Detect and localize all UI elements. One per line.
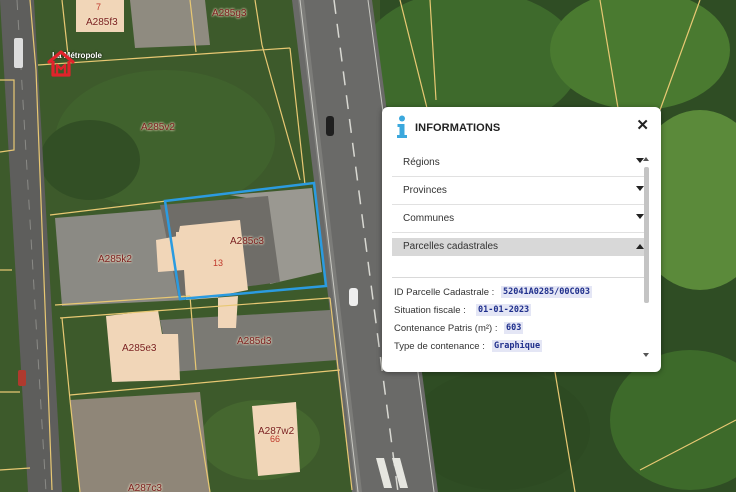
field-parcel-id: ID Parcelle Cadastrale : 52041A0285/00C0…	[392, 284, 648, 302]
accordion-label: Provinces	[403, 185, 447, 196]
house-logo-icon	[47, 50, 75, 77]
panel-title: INFORMATIONS	[415, 122, 501, 134]
panel-header: INFORMATIONS ✕	[382, 107, 661, 149]
parcel-label-a285c3: A285c3	[230, 236, 264, 247]
info-panel: INFORMATIONS ✕ Régions Provinces Commune…	[382, 107, 661, 372]
parcel-label-a285g3: A285g3	[212, 8, 247, 19]
accordion-provinces[interactable]: Provinces	[392, 177, 648, 205]
scroll-thumb[interactable]	[644, 167, 649, 303]
field-type-contenance: Type de contenance : Graphique	[392, 338, 648, 356]
field-value: 01-01-2023	[476, 304, 532, 316]
field-contenance: Contenance Patris (m²) : 603	[392, 320, 648, 338]
accordion-label: Communes	[403, 213, 455, 224]
field-label: Type de contenance :	[394, 341, 485, 352]
accordion-label: Parcelles cadastrales	[403, 241, 499, 252]
accordion-regions[interactable]: Régions	[392, 149, 648, 177]
parcel-label-a285f3: A285f3	[86, 17, 118, 28]
metropole-logo: La Métropole	[46, 48, 108, 77]
field-value: 52041A0285/00C003	[501, 286, 592, 298]
scroll-down-icon[interactable]	[643, 353, 649, 357]
parcel-label-a285v2: A285v2	[141, 122, 175, 133]
field-value: Graphique	[492, 340, 543, 352]
field-label: ID Parcelle Cadastrale :	[394, 287, 495, 298]
parcel-label-a285k2: A285k2	[98, 254, 132, 265]
accordion-communes[interactable]: Communes	[392, 205, 648, 233]
accordion-label: Régions	[403, 157, 440, 168]
parcel-label-a285e3: A285e3	[122, 343, 157, 354]
parcel-label-a285d3: A285d3	[237, 336, 272, 347]
field-label: Contenance Patris (m²) :	[394, 323, 498, 334]
scroll-up-icon[interactable]	[643, 157, 649, 161]
field-situation-fiscale: Situation fiscale : 01-01-2023	[392, 302, 648, 320]
panel-scrollbar[interactable]	[643, 157, 650, 357]
panel-body[interactable]: Régions Provinces Communes Parcelles cad…	[382, 149, 661, 367]
field-label: Situation fiscale :	[394, 305, 466, 316]
close-button[interactable]: ✕	[636, 118, 649, 134]
field-value: 603	[504, 322, 524, 334]
info-icon	[397, 115, 407, 138]
building-number: 13	[213, 258, 224, 268]
building-number: 66	[270, 434, 281, 444]
accordion-parcelles-cadastrales[interactable]: Parcelles cadastrales	[392, 238, 648, 256]
parcel-label-a287c3: A287c3	[128, 483, 162, 492]
building-number: 7	[96, 2, 102, 12]
